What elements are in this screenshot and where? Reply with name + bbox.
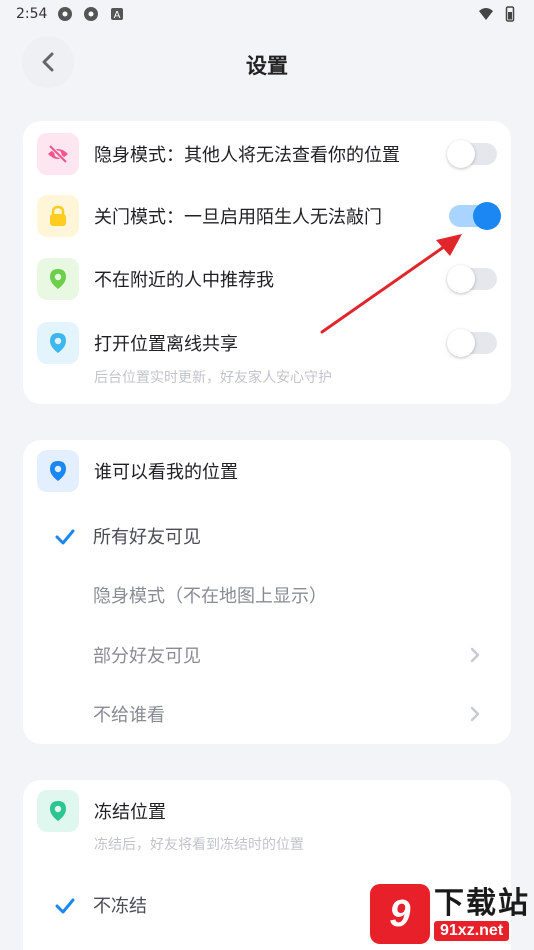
lock-icon: [50, 205, 66, 226]
option-label: 部分好友可见: [93, 646, 201, 667]
a-badge-icon: A: [111, 8, 124, 21]
visibility-header: 谁可以看我的位置: [23, 440, 511, 502]
option-some-friends[interactable]: 部分好友可见: [23, 626, 511, 684]
hide-from-nearby-label: 不在附近的人中推荐我: [94, 270, 274, 291]
door-closed-mode-label: 关门模式：一旦启用陌生人无法敲门: [94, 207, 382, 228]
privacy-settings-card: 隐身模式：其他人将无法查看你的位置 关门模式：一旦启用陌生人无法敲门 不在附近的…: [23, 121, 511, 404]
app-notification-icon: [58, 7, 73, 21]
toggle-knob: [447, 265, 475, 293]
location-pin-icon: [50, 801, 66, 821]
eye-off-icon: [48, 144, 68, 164]
door-closed-icon-box: [37, 195, 79, 237]
status-time: 2:54: [16, 6, 48, 22]
door-closed-mode-toggle[interactable]: [449, 202, 501, 230]
option-label: 不冻结: [93, 896, 147, 917]
stealth-mode-toggle[interactable]: [447, 140, 497, 168]
freeze-description: 冻结后，好友将看到冻结时的位置: [94, 837, 304, 853]
freeze-icon-box: [37, 790, 79, 832]
stealth-mode-row: 隐身模式：其他人将无法查看你的位置: [23, 123, 511, 185]
battery-icon: [505, 6, 515, 22]
watermark-logo: 9: [370, 884, 430, 944]
svg-text:A: A: [114, 10, 121, 21]
header: 设置: [0, 28, 534, 98]
offline-location-share-row: 打开位置离线共享: [23, 312, 511, 374]
visibility-title: 谁可以看我的位置: [94, 462, 238, 483]
app-notification-icon: [84, 7, 99, 21]
location-visibility-card: 谁可以看我的位置 所有好友可见 隐身模式（不在地图上显示） 部分好友可见 不给谁…: [23, 440, 511, 744]
location-pin-icon: [50, 461, 66, 481]
toggle-knob: [447, 140, 475, 168]
option-label: 所有好友可见: [93, 527, 201, 548]
status-bar: 2:54 A: [0, 0, 534, 28]
option-nobody[interactable]: 不给谁看: [23, 685, 511, 743]
option-label: 隐身模式（不在地图上显示）: [93, 586, 327, 607]
option-stealth-mode[interactable]: 隐身模式（不在地图上显示）: [23, 566, 511, 624]
door-closed-mode-row: 关门模式：一旦启用陌生人无法敲门: [23, 185, 511, 247]
wifi-icon: [479, 8, 493, 20]
stealth-mode-label: 隐身模式：其他人将无法查看你的位置: [94, 145, 400, 166]
toggle-knob: [447, 329, 475, 357]
toggle-knob: [473, 202, 501, 230]
freeze-title: 冻结位置: [94, 802, 166, 823]
visibility-icon-box: [37, 450, 79, 492]
option-all-friends[interactable]: 所有好友可见: [23, 507, 511, 565]
hide-from-nearby-toggle[interactable]: [447, 265, 497, 293]
offline-share-description: 后台位置实时更新，好友家人安心守护: [94, 370, 332, 386]
watermark: 9 下载站 91xz.net: [370, 884, 530, 944]
chevron-right-icon: [470, 647, 480, 663]
freeze-header: 冻结位置: [23, 780, 511, 842]
offline-share-icon-box: [37, 322, 79, 364]
watermark-title: 下载站: [434, 886, 530, 921]
offline-location-share-label: 打开位置离线共享: [94, 334, 238, 355]
chevron-right-icon: [470, 706, 480, 722]
nearby-icon-box: [37, 258, 79, 300]
option-label: 不给谁看: [93, 705, 165, 726]
hide-from-nearby-row: 不在附近的人中推荐我: [23, 248, 511, 310]
watermark-url: 91xz.net: [434, 921, 510, 941]
location-pin-icon: [50, 333, 66, 353]
checkmark-icon: [55, 529, 75, 545]
checkmark-icon: [55, 898, 75, 914]
location-pin-icon: [50, 269, 66, 289]
offline-location-share-toggle[interactable]: [447, 329, 497, 357]
page-title: 设置: [246, 54, 288, 78]
stealth-icon-box: [37, 133, 79, 175]
